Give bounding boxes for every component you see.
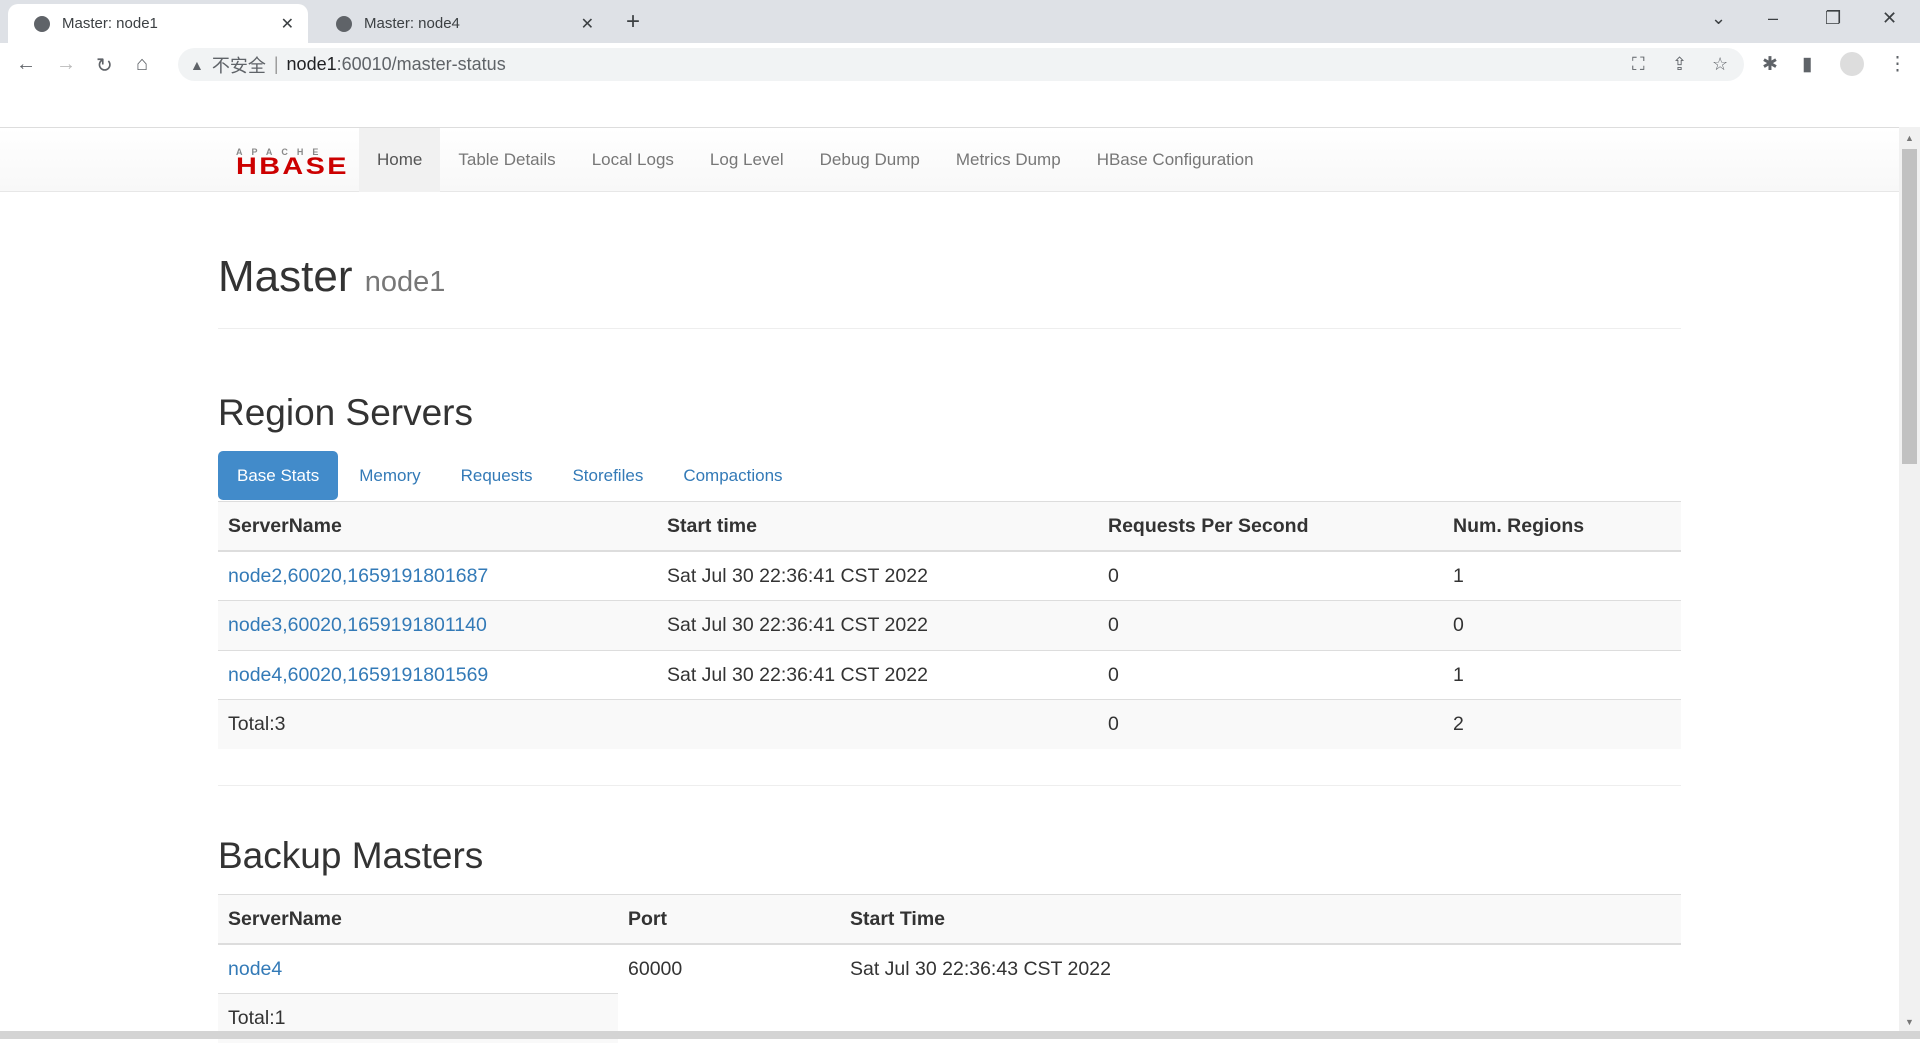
total-count: Total:3 xyxy=(218,699,657,750)
minimize-button[interactable]: – xyxy=(1768,8,1778,29)
port: 60000 xyxy=(618,943,840,994)
share-icon[interactable]: ⇪ xyxy=(1672,54,1687,75)
num-regions: 1 xyxy=(1443,550,1681,601)
table-row: node2,60020,1659191801687 Sat Jul 30 22:… xyxy=(218,550,1681,601)
tab-title: Master: node1 xyxy=(62,15,158,32)
requests-per-second: 0 xyxy=(1098,600,1443,651)
nav-metrics-dump[interactable]: Metrics Dump xyxy=(938,128,1079,192)
close-tab-icon[interactable]: ✕ xyxy=(281,14,294,34)
tab-memory[interactable]: Memory xyxy=(340,451,439,500)
column-header: Num. Regions xyxy=(1443,501,1681,553)
backup-master-link[interactable]: node4 xyxy=(228,958,282,980)
browser-tab-node4[interactable]: Master: node4 ✕ xyxy=(310,4,608,43)
total-row: Total:3 0 2 xyxy=(218,699,1681,750)
column-header: ServerName xyxy=(218,894,618,946)
start-time: Sat Jul 30 22:36:41 CST 2022 xyxy=(657,550,1098,601)
scroll-down-icon[interactable]: ▼ xyxy=(1905,1017,1914,1027)
column-header: ServerName xyxy=(218,501,657,553)
url-host: node1 xyxy=(286,54,337,74)
table-row: node4,60020,1659191801569 Sat Jul 30 22:… xyxy=(218,649,1681,700)
server-link[interactable]: node2,60020,1659191801687 xyxy=(228,565,488,587)
tab-storefiles[interactable]: Storefiles xyxy=(553,451,662,500)
total-regions: 2 xyxy=(1443,699,1681,750)
server-link[interactable]: node3,60020,1659191801140 xyxy=(228,614,487,636)
requests-per-second: 0 xyxy=(1098,550,1443,601)
column-header: Port xyxy=(618,894,840,946)
extensions-icon[interactable]: ✱ xyxy=(1762,53,1778,76)
region-servers-heading: Region Servers xyxy=(218,392,474,433)
logo-hbase: HBASE xyxy=(236,153,349,180)
browser-tab-node1[interactable]: Master: node1 ✕ xyxy=(8,4,308,43)
table-row: node4 60000 Sat Jul 30 22:36:43 CST 2022 xyxy=(218,943,1681,994)
profile-avatar[interactable] xyxy=(1840,52,1864,76)
nav-log-level[interactable]: Log Level xyxy=(692,128,802,192)
restore-button[interactable]: ❐ xyxy=(1825,8,1841,29)
reload-icon[interactable]: ↻ xyxy=(96,53,113,78)
taskbar xyxy=(0,1031,1920,1039)
divider: | xyxy=(273,54,279,74)
side-panel-icon[interactable]: ▮ xyxy=(1802,53,1812,76)
page-title: Master node1 xyxy=(218,252,446,301)
server-link[interactable]: node4,60020,1659191801569 xyxy=(228,664,488,686)
address-bar[interactable]: ▲ 不安全 | node1 :60010/master-status ⛶ ⇪ ☆ xyxy=(178,48,1744,81)
close-tab-icon[interactable]: ✕ xyxy=(581,14,594,34)
globe-icon xyxy=(336,15,352,32)
scroll-up-icon[interactable]: ▲ xyxy=(1905,133,1914,143)
browser-tab-bar: Master: node1 ✕ Master: node4 ✕ + ⌄ – ❐ … xyxy=(0,0,1920,43)
tab-requests[interactable]: Requests xyxy=(442,451,552,500)
region-servers-table: ServerName Start time Requests Per Secon… xyxy=(218,501,1681,750)
start-time: Sat Jul 30 22:36:41 CST 2022 xyxy=(657,600,1098,651)
insecure-label: 不安全 xyxy=(211,55,266,76)
num-regions: 0 xyxy=(1443,600,1681,651)
table-row: node3,60020,1659191801140 Sat Jul 30 22:… xyxy=(218,600,1681,651)
nav-menu: Home Table Details Local Logs Log Level … xyxy=(359,128,1272,192)
globe-icon xyxy=(34,15,50,32)
tab-title: Master: node4 xyxy=(364,15,460,32)
url-path: :60010/master-status xyxy=(336,54,506,74)
forward-icon[interactable]: → xyxy=(56,53,76,76)
nav-local-logs[interactable]: Local Logs xyxy=(574,128,692,192)
tab-search-icon[interactable]: ⌄ xyxy=(1711,8,1726,29)
page-subtitle: node1 xyxy=(364,266,446,298)
divider xyxy=(218,785,1681,786)
home-icon[interactable]: ⌂ xyxy=(136,53,148,76)
column-header: Requests Per Second xyxy=(1098,501,1443,553)
vertical-scrollbar[interactable]: ▲ ▼ xyxy=(1899,127,1920,1031)
table-header: ServerName Port Start Time xyxy=(218,894,1681,946)
hbase-navbar: APACHE HBASE Home Table Details Local Lo… xyxy=(0,127,1899,192)
scrollbar-thumb[interactable] xyxy=(1902,149,1917,464)
requests-per-second: 0 xyxy=(1098,649,1443,700)
address-toolbar: ← → ↻ ⌂ ▲ 不安全 | node1 :60010/master-stat… xyxy=(0,43,1920,86)
tab-base-stats[interactable]: Base Stats xyxy=(218,451,339,500)
column-header: Start time xyxy=(657,501,1098,553)
start-time: Sat Jul 30 22:36:43 CST 2022 xyxy=(840,943,1681,994)
table-header: ServerName Start time Requests Per Secon… xyxy=(218,501,1681,553)
nav-hbase-configuration[interactable]: HBase Configuration xyxy=(1079,128,1272,192)
total-requests: 0 xyxy=(1098,699,1443,750)
translate-icon[interactable]: ⛶ xyxy=(1632,54,1645,75)
bookmark-star-icon[interactable]: ☆ xyxy=(1712,54,1728,75)
hbase-logo[interactable]: APACHE HBASE xyxy=(236,148,346,179)
tab-compactions[interactable]: Compactions xyxy=(664,451,801,500)
start-time: Sat Jul 30 22:36:41 CST 2022 xyxy=(657,649,1098,700)
nav-home[interactable]: Home xyxy=(359,128,441,192)
divider xyxy=(218,328,1681,329)
back-icon[interactable]: ← xyxy=(16,53,36,76)
nav-debug-dump[interactable]: Debug Dump xyxy=(802,128,938,192)
num-regions: 1 xyxy=(1443,649,1681,700)
menu-icon[interactable]: ⋮ xyxy=(1888,53,1907,76)
new-tab-button[interactable]: + xyxy=(626,8,640,36)
backup-masters-table: ServerName Port Start Time node4 60000 S… xyxy=(218,894,1681,1043)
backup-masters-heading: Backup Masters xyxy=(218,835,484,876)
region-servers-tabs: Base Stats Memory Requests Storefiles Co… xyxy=(218,451,804,500)
nav-table-details[interactable]: Table Details xyxy=(440,128,573,192)
column-header: Start Time xyxy=(840,894,1681,946)
warning-icon: ▲ xyxy=(190,56,204,73)
close-window-button[interactable]: ✕ xyxy=(1882,8,1897,29)
